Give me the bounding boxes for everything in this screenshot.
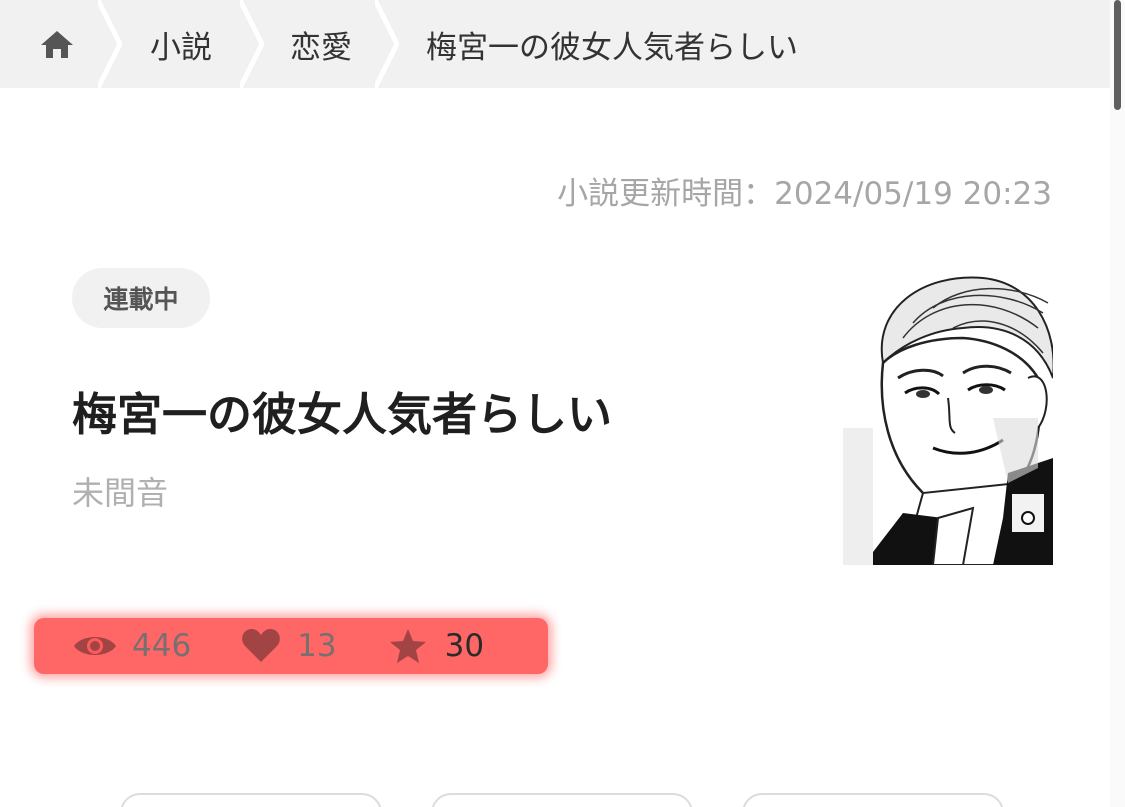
star-icon <box>389 629 426 663</box>
breadcrumb-item-romance[interactable]: 恋愛 <box>290 0 352 88</box>
views-count: 446 <box>132 628 192 664</box>
novel-page: 小説 恋愛 梅宮一の彼女人気者らしい 小説更新時間：2024/05/19 20:… <box>0 0 1125 807</box>
home-icon <box>41 31 73 58</box>
stats-bar: 446 13 30 <box>72 618 484 674</box>
breadcrumb-item-current: 梅宮一の彼女人気者らしい <box>426 29 798 66</box>
breadcrumb-separator <box>375 0 399 88</box>
cover-illustration <box>843 268 1053 565</box>
scrollbar-thumb[interactable] <box>1114 0 1121 110</box>
stat-favorites[interactable]: 30 <box>389 628 484 664</box>
likes-count: 13 <box>297 628 337 664</box>
novel-title: 梅宮一の彼女人気者らしい <box>72 388 613 441</box>
stat-views: 446 <box>72 628 241 664</box>
action-button-2[interactable] <box>431 793 693 807</box>
breadcrumb-separator <box>98 0 122 88</box>
status-badge: 連載中 <box>72 268 210 328</box>
favorites-count: 30 <box>444 628 485 664</box>
eye-icon <box>74 637 116 655</box>
breadcrumb-home[interactable] <box>36 0 78 88</box>
heart-icon <box>242 629 281 662</box>
author-name[interactable]: 未間音 <box>72 468 168 514</box>
stat-likes[interactable]: 13 <box>241 628 388 664</box>
breadcrumb-item-novel[interactable]: 小説 <box>150 0 212 88</box>
breadcrumb-separator <box>240 0 264 88</box>
updated-time: 小説更新時間：2024/05/19 20:23 <box>557 176 1052 212</box>
action-button-3[interactable] <box>742 793 1004 807</box>
breadcrumb: 小説 恋愛 梅宮一の彼女人気者らしい <box>0 0 1110 88</box>
scrollbar[interactable] <box>1110 0 1125 807</box>
action-button-1[interactable] <box>120 793 382 807</box>
cover-image[interactable] <box>843 268 1053 565</box>
